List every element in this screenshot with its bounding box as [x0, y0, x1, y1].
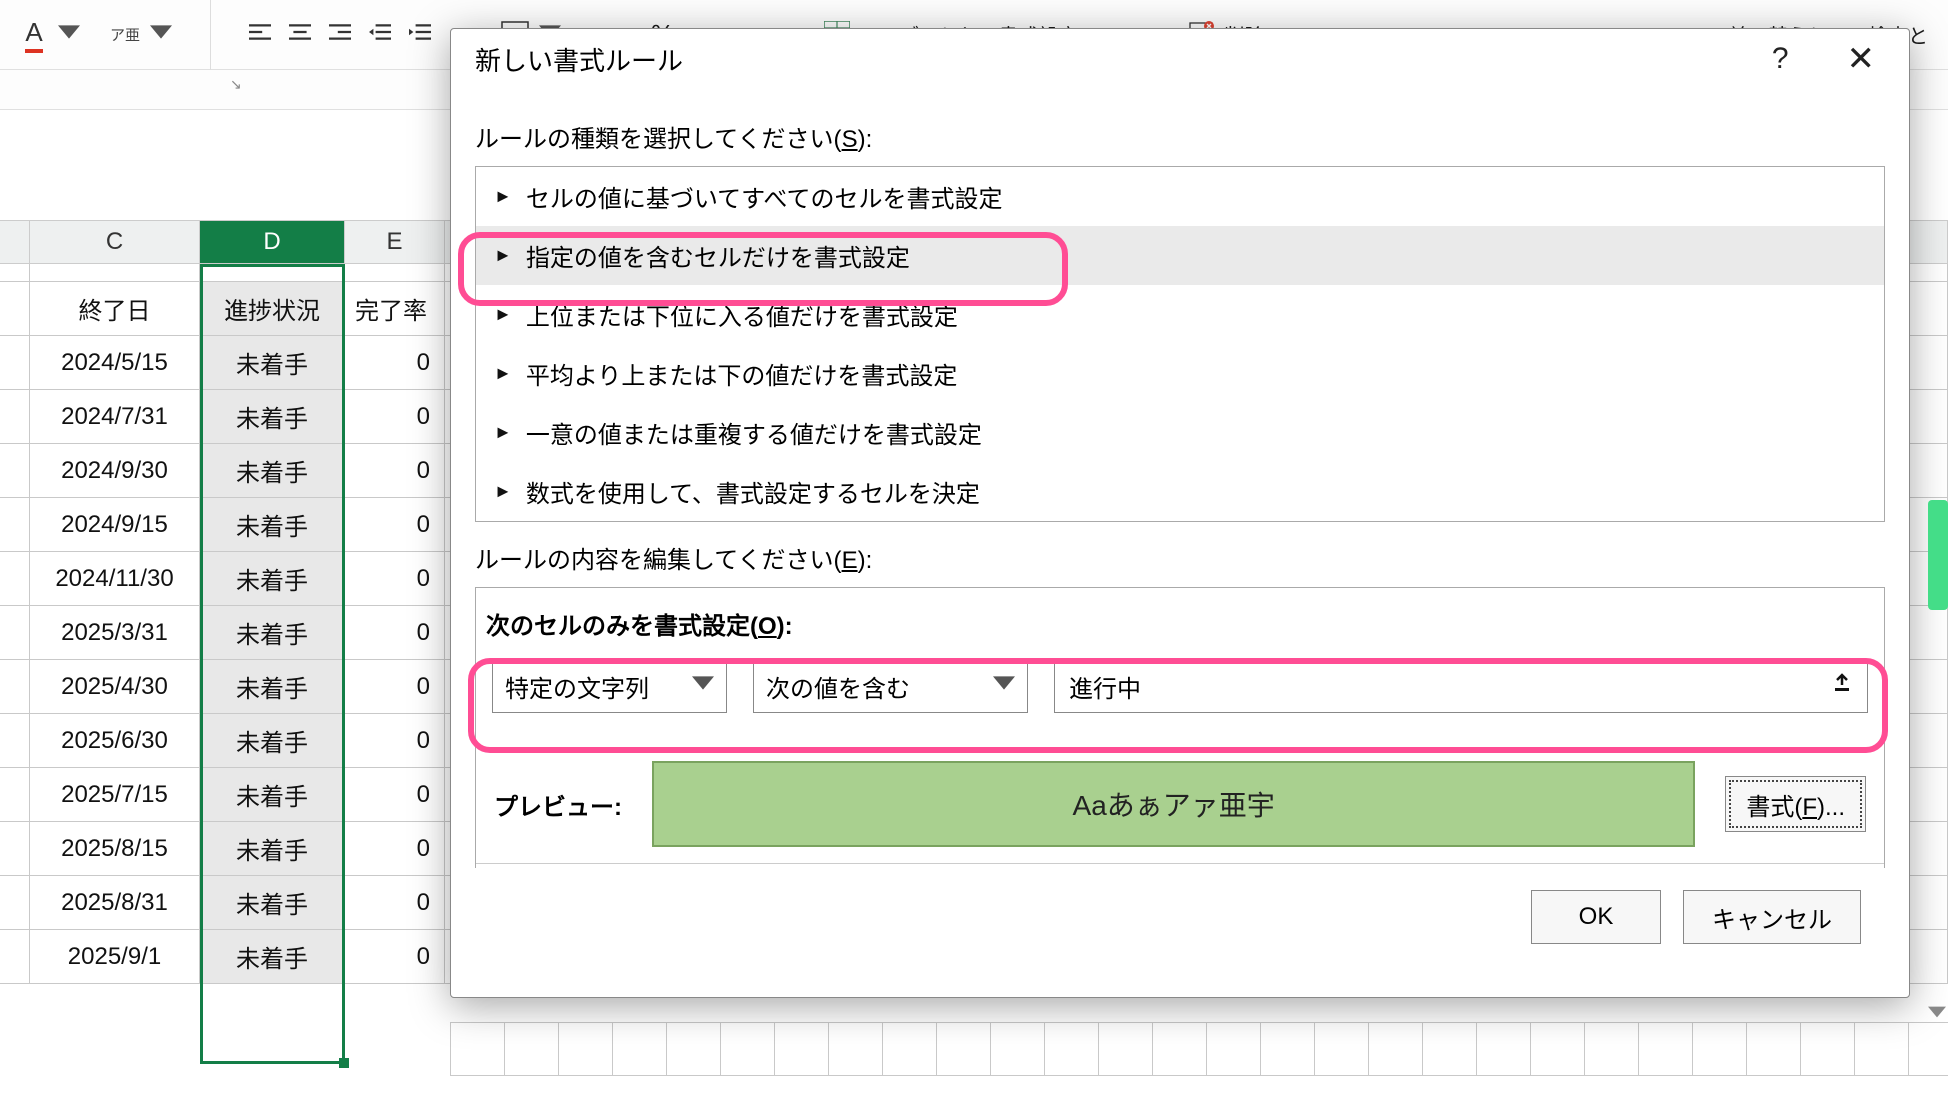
condition-parameters: 特定の文字列 次の値を含む 進行中: [476, 641, 1884, 731]
phonetic-icon[interactable]: ア亜: [110, 24, 140, 45]
dialog-title: 新しい書式ルール: [475, 41, 683, 78]
dialog-body: ルールの種類を選択してください(S): ►セルの値に基づいてすべてのセルを書式設…: [451, 89, 1909, 984]
range-picker-icon[interactable]: [1831, 672, 1853, 700]
vertical-scrollbar-thumb[interactable]: [1928, 500, 1948, 610]
header-end-date[interactable]: 終了日: [30, 282, 200, 335]
dropdown-icon[interactable]: [58, 21, 80, 48]
font-color-group: A: [20, 21, 80, 49]
help-button[interactable]: ?: [1772, 42, 1789, 76]
condition-operator-combo[interactable]: 次の値を含む: [753, 659, 1028, 713]
indent-decrease-icon[interactable]: [369, 21, 391, 48]
format-button[interactable]: 書式(F)...: [1725, 776, 1866, 832]
ruletype-item-unique-dup[interactable]: ►一意の値または重複する値だけを書式設定: [476, 403, 1884, 462]
phonetic-group: ア亜: [110, 21, 172, 48]
chevron-down-icon: [678, 672, 714, 701]
ruletype-item-top-bottom[interactable]: ►上位または下位に入る値だけを書式設定: [476, 285, 1884, 344]
ruletype-item-average[interactable]: ►平均より上または下の値だけを書式設定: [476, 344, 1884, 403]
header-progress[interactable]: 進捗状況: [200, 282, 345, 335]
ruletype-item-formula[interactable]: ►数式を使用して、書式設定するセルを決定: [476, 462, 1884, 521]
format-only-label: 次のセルのみを書式設定(O):: [476, 588, 1884, 641]
arrow-icon: ►: [494, 304, 512, 325]
ruletype-section-label: ルールの種類を選択してください(S):: [475, 119, 1885, 154]
arrow-icon: ►: [494, 481, 512, 502]
column-header-e[interactable]: E: [345, 221, 445, 263]
column-header-d[interactable]: D: [200, 221, 345, 263]
align-right-icon[interactable]: [329, 21, 351, 48]
condition-value-input[interactable]: 進行中: [1054, 659, 1868, 713]
dialog-titlebar[interactable]: 新しい書式ルール ? ✕: [451, 29, 1909, 89]
arrow-icon: ►: [494, 245, 512, 266]
new-format-rule-dialog: 新しい書式ルール ? ✕ ルールの種類を選択してください(S): ►セルの値に基…: [450, 28, 1910, 998]
edit-section-label: ルールの内容を編集してください(E):: [475, 540, 1885, 575]
condition-type-combo[interactable]: 特定の文字列: [492, 659, 727, 713]
arrow-icon: ►: [494, 422, 512, 443]
dialog-launcher-icon[interactable]: ↘: [230, 76, 242, 93]
ok-button[interactable]: OK: [1531, 890, 1661, 944]
align-left-icon[interactable]: [249, 21, 271, 48]
header-completion[interactable]: 完了率: [345, 282, 445, 335]
scroll-down-icon[interactable]: [1928, 1002, 1946, 1020]
ruletype-item-contains[interactable]: ►指定の値を含むセルだけを書式設定: [476, 226, 1884, 285]
close-button[interactable]: ✕: [1837, 35, 1886, 83]
dialog-buttons: OK キャンセル: [475, 868, 1885, 966]
rowcol-corner[interactable]: [0, 221, 30, 263]
preview-row: プレビュー: Aaあぁアァ亜宇 書式(F)...: [476, 731, 1884, 864]
cancel-button[interactable]: キャンセル: [1683, 890, 1861, 944]
ruletype-item-all-cells[interactable]: ►セルの値に基づいてすべてのセルを書式設定: [476, 167, 1884, 226]
font-color-icon[interactable]: A: [20, 21, 48, 49]
separator: [210, 0, 211, 75]
indent-increase-icon[interactable]: [409, 21, 431, 48]
dropdown-icon[interactable]: [150, 21, 172, 48]
arrow-icon: ►: [494, 186, 512, 207]
preview-label: プレビュー:: [494, 787, 622, 822]
align-center-icon[interactable]: [289, 21, 311, 48]
empty-grid-row[interactable]: [450, 1022, 1948, 1076]
alignment-group: [249, 21, 431, 48]
chevron-down-icon: [979, 672, 1015, 701]
arrow-icon: ►: [494, 363, 512, 384]
ruletype-listbox[interactable]: ►セルの値に基づいてすべてのセルを書式設定 ►指定の値を含むセルだけを書式設定 …: [475, 166, 1885, 522]
column-header-c[interactable]: C: [30, 221, 200, 263]
format-preview: Aaあぁアァ亜宇: [652, 761, 1695, 847]
selection-handle[interactable]: [339, 1058, 349, 1068]
